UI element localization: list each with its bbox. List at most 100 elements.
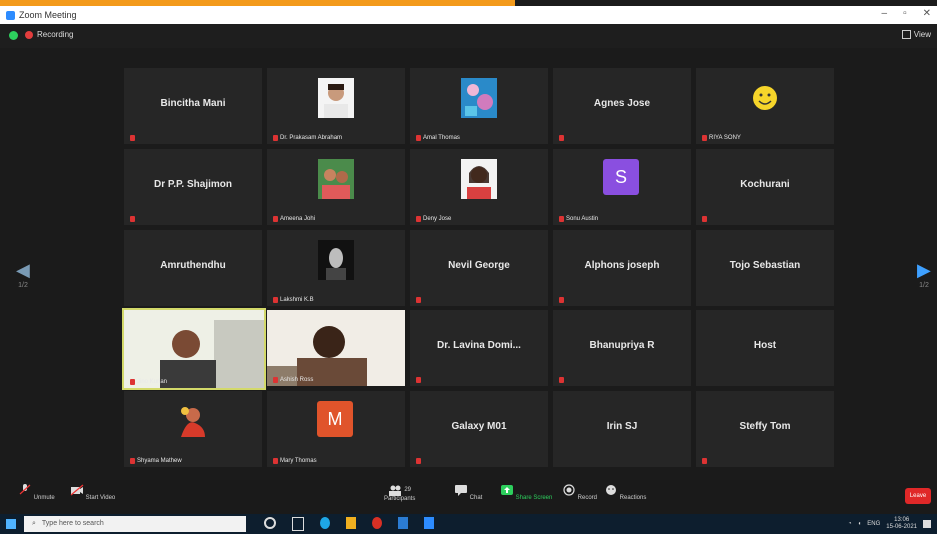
mic-muted-icon [559, 297, 564, 303]
clock[interactable]: 13:06 15-06-2021 [886, 517, 917, 531]
next-page-arrow[interactable]: ▶ 1/2 [917, 258, 931, 289]
mic-muted-icon [273, 458, 278, 464]
participant-label: Amal Thomas [416, 135, 460, 141]
participant-tile[interactable]: Bincitha Mani [124, 68, 262, 144]
file-explorer-icon[interactable] [346, 517, 356, 529]
windows-taskbar: ⌕ Type here to search ◔ ◖ ENG 13:06 15-06… [0, 514, 937, 534]
participant-tile[interactable]: Alphons joseph [553, 230, 691, 306]
system-tray: ◔ ◖ ENG 13:06 15-06-2021 [848, 517, 931, 531]
unmute-button[interactable]: Unmute [18, 484, 55, 501]
record-label: Record [577, 495, 598, 501]
participant-name: Kochurani [740, 179, 790, 190]
meeting-topbar: Recording View [0, 24, 937, 48]
wifi-icon[interactable]: ◔ [848, 521, 852, 527]
participant-name: Alphons joseph [584, 260, 660, 271]
participant-label [416, 458, 421, 464]
volume-icon[interactable]: ◖ [858, 521, 862, 527]
participant-tile[interactable]: Irin SJ [553, 391, 691, 467]
share-screen-icon [501, 485, 513, 495]
participant-tile[interactable]: Amruthendhu [124, 230, 262, 306]
participant-name: Tojo Sebastian [729, 260, 801, 271]
smiley-avatar-icon [747, 78, 783, 118]
participant-tile[interactable]: Agnes Jose [553, 68, 691, 144]
participant-tile[interactable]: Tojo Sebastian [696, 230, 834, 306]
participant-tile[interactable]: Nevil George [410, 230, 548, 306]
recording-dot-icon [25, 30, 33, 39]
mic-muted-icon [273, 377, 278, 383]
participant-name: Steffy Tom [739, 421, 791, 432]
share-screen-button[interactable]: Share Screen [500, 484, 552, 501]
zoom-taskbar-icon[interactable] [424, 517, 434, 529]
notification-icon[interactable] [923, 520, 931, 528]
participant-tile[interactable]: Dr. Prakasam Abraham [267, 68, 405, 144]
participant-tile[interactable]: Bhanupriya R [553, 310, 691, 386]
maximize-icon[interactable]: ▫ [903, 8, 907, 19]
chat-label: Chat [469, 495, 483, 501]
window-title: Zoom Meeting [19, 10, 77, 20]
task-view-icon[interactable] [292, 517, 304, 531]
mic-muted-icon [416, 377, 421, 383]
profile-photo-group [318, 159, 354, 199]
profile-photo-art [461, 78, 497, 118]
participant-tile[interactable]: Kochurani [696, 149, 834, 225]
participant-tile[interactable]: Host [696, 310, 834, 386]
mic-muted-icon [416, 216, 421, 222]
participant-name: Dr P.P. Shajimon [154, 179, 232, 190]
participant-tile[interactable]: Lakshmi K.B [267, 230, 405, 306]
leave-meeting-button[interactable]: Leave [905, 488, 931, 504]
participants-count: 29 [404, 487, 412, 493]
record-icon [563, 484, 575, 496]
reactions-button[interactable]: Reactions [604, 484, 646, 501]
search-icon: ⌕ [32, 520, 36, 527]
participant-label: Mary Thomas [273, 458, 317, 464]
word-icon[interactable] [398, 517, 408, 529]
security-shield-icon[interactable] [9, 31, 18, 40]
participant-tile[interactable]: M Mary Thomas [267, 391, 405, 467]
participant-label [702, 458, 707, 464]
zoom-app-icon [6, 10, 15, 20]
mic-muted-icon [130, 216, 135, 222]
participant-label [130, 216, 135, 222]
participant-label: Ashish Ross [273, 377, 313, 383]
participant-video-tile[interactable]: Ashish Ross [267, 310, 405, 386]
search-placeholder: Type here to search [41, 520, 104, 527]
participant-tile[interactable]: Steffy Tom [696, 391, 834, 467]
chrome-icon[interactable] [372, 517, 382, 529]
participant-video-tile[interactable]: Jino Kurian [122, 308, 266, 390]
participant-label: Deny Jose [416, 216, 451, 222]
participant-label [559, 297, 564, 303]
chat-button[interactable]: Chat [454, 484, 482, 501]
windows-start-icon[interactable] [6, 519, 16, 529]
language-indicator[interactable]: ENG [867, 521, 880, 527]
participant-tile[interactable]: RIYA SONY [696, 68, 834, 144]
participant-tile[interactable]: Ameena Johi [267, 149, 405, 225]
participant-name: Amruthendhu [160, 260, 226, 271]
participant-tile[interactable]: Dr. Lavina Domi... [410, 310, 548, 386]
participant-name: Galaxy M01 [451, 421, 507, 432]
participant-label: Jino Kurian [130, 379, 167, 385]
view-button[interactable]: View [901, 30, 931, 39]
close-icon[interactable]: ✕ [923, 8, 931, 19]
mic-muted-icon [273, 297, 278, 303]
record-button[interactable]: Record [562, 484, 597, 501]
participant-label: Dr. Prakasam Abraham [273, 135, 342, 141]
participants-button[interactable]: 29 Participants [384, 484, 415, 502]
grid-icon [901, 30, 911, 39]
edge-browser-icon[interactable] [320, 517, 330, 529]
start-video-button[interactable]: Start Video [70, 484, 115, 501]
participant-tile[interactable]: Dr P.P. Shajimon [124, 149, 262, 225]
cortana-icon[interactable] [264, 517, 276, 529]
participant-tile[interactable]: Amal Thomas [410, 68, 548, 144]
recording-indicator: Recording [25, 30, 73, 39]
minimize-icon[interactable]: – [882, 8, 888, 19]
taskbar-pinned-apps [264, 517, 434, 531]
previous-page-arrow[interactable]: ◀ 1/2 [16, 258, 30, 289]
participant-tile[interactable]: Shyama Mathew [124, 391, 262, 467]
participant-label: Sonu Austin [559, 216, 598, 222]
participant-tile[interactable]: Galaxy M01 [410, 391, 548, 467]
window-titlebar: Zoom Meeting – ▫ ✕ [0, 6, 937, 24]
taskbar-search-input[interactable]: ⌕ Type here to search [24, 516, 246, 532]
participant-tile[interactable]: S Sonu Austin [553, 149, 691, 225]
mic-muted-icon [273, 135, 278, 141]
participant-tile[interactable]: Deny Jose [410, 149, 548, 225]
